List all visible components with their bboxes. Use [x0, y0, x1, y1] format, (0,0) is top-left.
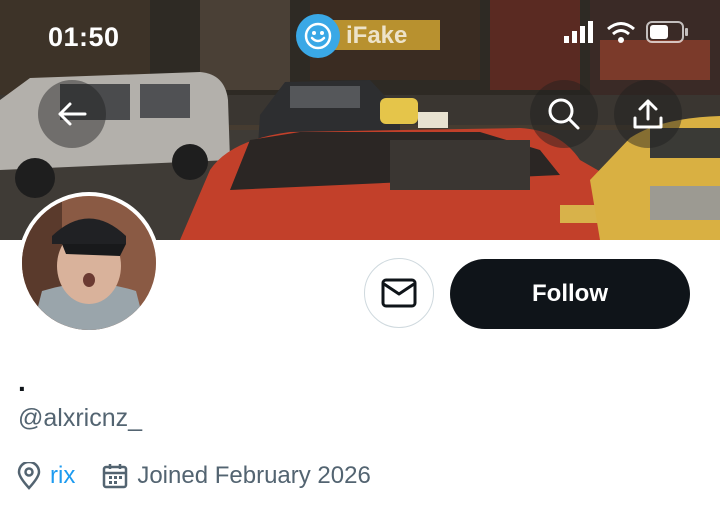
watermark-logo: iFake: [296, 14, 407, 58]
back-button[interactable]: [38, 80, 106, 148]
avatar-photo: [22, 196, 156, 330]
message-button[interactable]: [364, 258, 434, 328]
wifi-icon: [607, 22, 635, 43]
location-link[interactable]: rix: [50, 462, 75, 490]
location-pin-icon: [17, 462, 41, 490]
calendar-icon: [103, 464, 128, 489]
search-icon: [548, 98, 580, 130]
envelope-icon: [381, 278, 417, 308]
user-handle: @alxricnz_: [18, 404, 143, 432]
joined-date: Joined February 2026: [137, 462, 371, 489]
profile-meta: rix Joined February 2026: [16, 462, 371, 490]
display-name: .: [18, 366, 26, 397]
status-bar-icons: [562, 20, 690, 44]
share-upload-icon: [633, 99, 663, 129]
search-button[interactable]: [530, 80, 598, 148]
follow-button[interactable]: Follow: [450, 259, 690, 329]
profile-avatar[interactable]: [18, 192, 160, 334]
status-bar-time: 01:50: [48, 22, 120, 52]
arrow-left-icon: [58, 102, 87, 126]
share-button[interactable]: [614, 80, 682, 148]
battery-icon: [646, 21, 688, 43]
watermark-text: iFake: [346, 22, 408, 49]
cellular-signal-icon: [564, 21, 593, 43]
smiley-icon: [296, 14, 340, 58]
